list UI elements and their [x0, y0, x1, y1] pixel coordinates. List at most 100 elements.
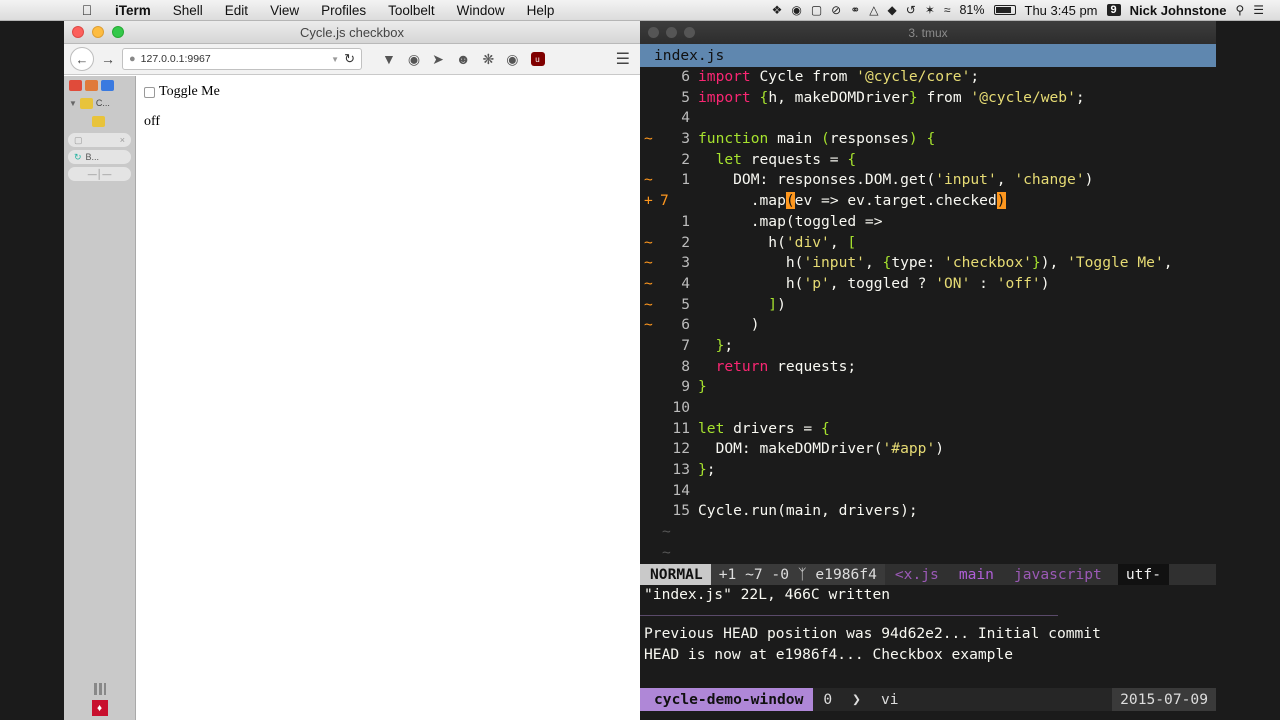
- chat-icon[interactable]: ◉: [506, 51, 518, 68]
- toggle-output: off: [144, 114, 161, 129]
- tmux-window-separator-icon: ❯: [852, 691, 861, 708]
- menu-item-toolbelt[interactable]: Toolbelt: [377, 3, 446, 18]
- sidebar-tab-pill[interactable]: —│—: [68, 167, 131, 181]
- terminal-maximize-button[interactable]: [684, 27, 695, 38]
- browser-body: ▼ C... ▢ × ↻ B... —│— ♦ Toggle Me off: [64, 76, 640, 720]
- network-icon[interactable]: ❋: [483, 51, 495, 68]
- code-line: ~2 h('div', [: [644, 233, 857, 251]
- terminal-window: 3. tmux index.js 6 import Cycle from '@cy…: [640, 21, 1216, 720]
- tmux-session-name[interactable]: cycle-demo-window: [640, 688, 814, 711]
- headphones-icon[interactable]: ⚭: [850, 3, 860, 17]
- addon-red-icon[interactable]: ♦: [91, 700, 108, 716]
- vim-command-line[interactable]: "index.js" 22L, 466C written: [640, 585, 1216, 606]
- code-line: 15 Cycle.run(main, drivers);: [672, 502, 918, 520]
- back-button[interactable]: ←: [70, 47, 94, 71]
- reload-icon[interactable]: ↻: [344, 51, 355, 67]
- vim-statusline: NORMAL +1 ~7 -0 ᛉ e1986f4 <x.js main jav…: [640, 563, 1216, 585]
- pocket-icon[interactable]: ▼: [382, 51, 396, 67]
- checkbox-label[interactable]: Toggle Me: [159, 84, 220, 100]
- menu-item-window[interactable]: Window: [446, 3, 516, 18]
- code-editor[interactable]: 6 import Cycle from '@cycle/core'; 5 impor…: [640, 67, 1216, 564]
- code-line: 9}: [681, 378, 707, 396]
- space-number-badge[interactable]: 9: [1106, 4, 1121, 16]
- hamburger-menu-icon[interactable]: ☰: [616, 49, 634, 69]
- user-name[interactable]: Nick Johnstone: [1130, 3, 1227, 18]
- git-diff-stats: +1 ~7 -0 ᛉ e1986f4: [710, 563, 885, 585]
- terminal-window-title: 3. tmux: [908, 25, 948, 40]
- maximize-window-button[interactable]: [112, 26, 124, 38]
- bluetooth-icon[interactable]: ✶: [925, 3, 935, 17]
- browser-window: Cycle.js checkbox ← → ● 127.0.0.1:9967 ▼…: [64, 21, 640, 720]
- menu-item-view[interactable]: View: [259, 3, 310, 18]
- statusline-file: <x.js: [894, 565, 939, 583]
- wifi-icon[interactable]: ≈: [944, 3, 951, 17]
- code-line: 13};: [672, 461, 716, 479]
- extension-icons: ▼ ◉ ➤ ☻ ❋ ◉ u: [382, 51, 545, 68]
- code-line: 11 let drivers = {: [672, 419, 830, 437]
- airplay-icon[interactable]: △: [869, 3, 878, 17]
- close-window-button[interactable]: [72, 26, 84, 38]
- battery-fill: [995, 7, 1011, 13]
- send-icon[interactable]: ➤: [432, 51, 444, 68]
- sidebar-tab[interactable]: [64, 112, 135, 130]
- dropbox-icon[interactable]: ❖: [772, 3, 783, 17]
- tmux-window-index[interactable]: 0: [813, 691, 842, 708]
- folder-icon: [79, 97, 93, 109]
- page-content: Toggle Me off: [136, 76, 640, 720]
- clock[interactable]: Thu 3:45 pm: [1025, 3, 1098, 18]
- terminal-close-button[interactable]: [648, 27, 659, 38]
- empty-line-marker: ~: [662, 543, 671, 561]
- vim-mode: NORMAL: [640, 563, 711, 585]
- spotlight-search-icon[interactable]: ⚲: [1235, 3, 1244, 17]
- url-value[interactable]: 127.0.0.1:9967: [141, 53, 327, 65]
- github-icon[interactable]: [85, 79, 98, 91]
- browser-window-title: Cycle.js checkbox: [299, 24, 405, 40]
- menu-item-profiles[interactable]: Profiles: [310, 3, 377, 18]
- time-machine-icon[interactable]: ↺: [906, 3, 916, 17]
- code-line: ~5 ]): [644, 295, 786, 313]
- code-line: ~1 DOM: responses.DOM.get('input', 'chan…: [644, 171, 1094, 189]
- tab-favicon-icon: ▢: [74, 134, 83, 145]
- circle-icon[interactable]: ⊘: [831, 3, 841, 17]
- sidebar-tab-pill[interactable]: ▢ ×: [68, 133, 131, 147]
- sidebar-tab-pill[interactable]: ↻ B...: [68, 150, 131, 164]
- vim-tab[interactable]: index.js: [640, 44, 739, 67]
- apple-icon[interactable]: : [70, 2, 104, 18]
- close-tab-icon[interactable]: ×: [120, 135, 125, 145]
- menu-item-help[interactable]: Help: [516, 3, 566, 18]
- tmux-statusbar: cycle-demo-window 0 ❯ vi 2015-07-09: [640, 688, 1216, 711]
- notification-center-icon[interactable]: ☰: [1253, 3, 1264, 17]
- gmail-icon[interactable]: [69, 79, 82, 91]
- lock-icon[interactable]: ◆: [888, 3, 897, 17]
- menu-item-edit[interactable]: Edit: [214, 3, 259, 18]
- window-icon[interactable]: ▢: [811, 3, 822, 17]
- shell-output-line: Previous HEAD position was 94d62e2... In…: [644, 625, 1101, 643]
- url-dropdown-icon[interactable]: ▼: [331, 55, 339, 64]
- forward-button[interactable]: →: [100, 47, 116, 71]
- face-icon[interactable]: ☻: [456, 51, 471, 67]
- menu-item-app[interactable]: iTerm: [104, 3, 162, 18]
- checkmark-app-icon[interactable]: [101, 79, 114, 91]
- terminal-titlebar: 3. tmux: [640, 21, 1216, 44]
- code-line: +7 .map(ev => ev.target.checked): [644, 192, 1006, 210]
- statusline-filetype: javascript: [1013, 565, 1102, 583]
- battery-percent: 81%: [959, 3, 985, 17]
- record-icon[interactable]: ◉: [791, 3, 801, 17]
- minimize-window-button[interactable]: [92, 26, 104, 38]
- pane-divider[interactable]: [640, 615, 1058, 617]
- battery-icon[interactable]: [993, 5, 1016, 15]
- menu-item-shell[interactable]: Shell: [162, 3, 214, 18]
- ublock-icon[interactable]: u: [530, 52, 545, 66]
- statusline-encoding: utf-: [1117, 563, 1170, 585]
- addon-icon[interactable]: ◉: [408, 51, 420, 68]
- code-line: ~3 function main (responses) {: [644, 130, 936, 148]
- terminal-minimize-button[interactable]: [666, 27, 677, 38]
- grid-icon[interactable]: [93, 683, 106, 695]
- sidebar-footer: ♦: [64, 683, 135, 716]
- statusline-function: main: [958, 565, 994, 583]
- url-bar[interactable]: ● 127.0.0.1:9967 ▼ ↻: [122, 48, 362, 70]
- globe-icon: ●: [129, 53, 136, 65]
- sidebar-group[interactable]: ▼ C...: [64, 94, 135, 112]
- toggle-checkbox[interactable]: [144, 86, 155, 98]
- tmux-window-name[interactable]: vi: [871, 691, 909, 708]
